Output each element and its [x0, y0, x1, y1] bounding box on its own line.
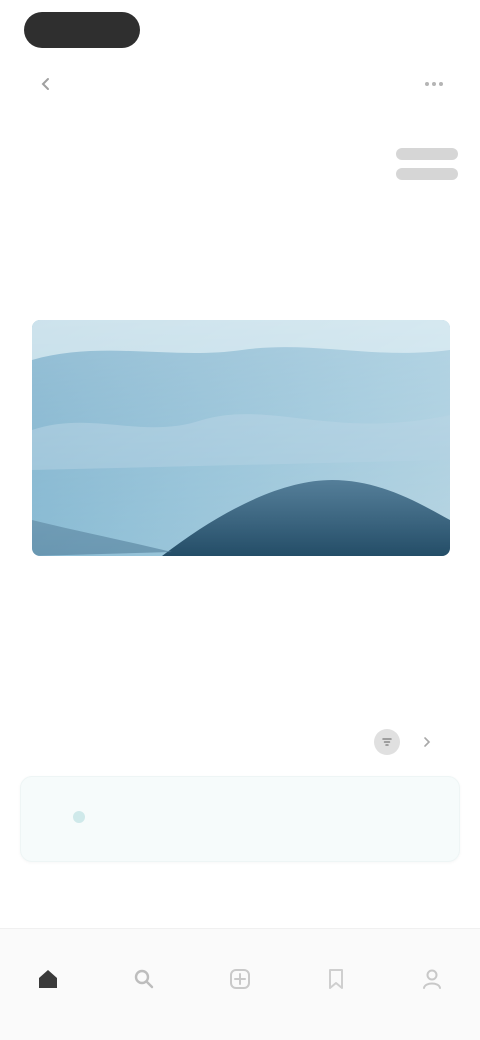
mountain-landscape-image	[32, 320, 450, 556]
nav-add[interactable]	[216, 965, 264, 1013]
activity-card[interactable]	[20, 776, 460, 862]
search-icon	[134, 969, 154, 989]
filter-button[interactable]	[374, 729, 400, 755]
profile-icon	[423, 969, 441, 989]
more-icon[interactable]	[420, 74, 448, 94]
back-icon[interactable]	[32, 74, 60, 94]
nav-bookmark[interactable]	[312, 965, 360, 1013]
activity-header	[26, 728, 440, 756]
nav-profile[interactable]	[408, 965, 456, 1013]
home-icon	[39, 970, 57, 988]
mini-header-row	[32, 74, 448, 94]
status-dot-icon	[73, 811, 85, 823]
activity-controls	[374, 729, 440, 755]
stat-bar	[396, 168, 458, 180]
chevron-right-icon[interactable]	[414, 729, 440, 755]
stat-bar	[396, 148, 458, 160]
nav-home[interactable]	[24, 965, 72, 1013]
bottom-nav	[0, 928, 480, 1040]
stats-block	[396, 148, 458, 194]
bookmark-icon	[329, 969, 343, 989]
nav-search[interactable]	[120, 965, 168, 1013]
plus-icon	[230, 969, 250, 989]
profile-header	[32, 140, 458, 200]
hero-image[interactable]	[32, 320, 450, 556]
top-pill-button[interactable]	[24, 12, 140, 48]
app-screen	[0, 0, 480, 1040]
